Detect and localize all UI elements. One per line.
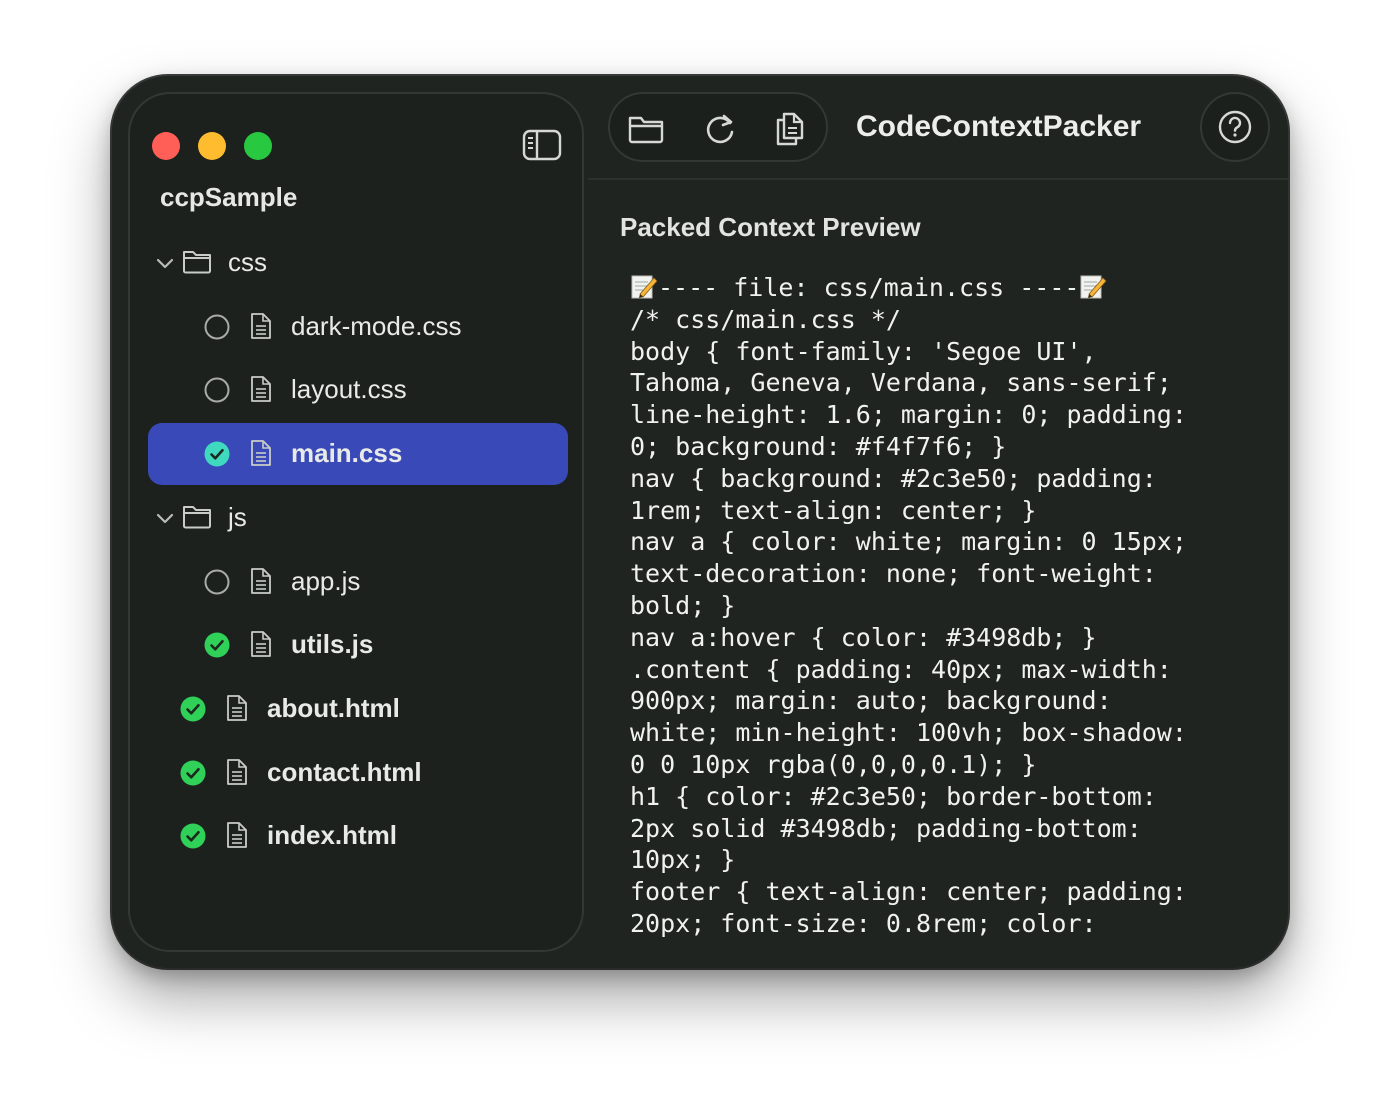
tree-label: js bbox=[228, 501, 247, 532]
code-line: 2px solid #3498db; padding-bottom: bbox=[630, 813, 1142, 843]
code-lines: /* css/main.css */body { font-family: 'S… bbox=[630, 304, 1250, 940]
code-line: 10px; } bbox=[630, 845, 736, 875]
checked-circle-icon[interactable] bbox=[180, 696, 206, 722]
help-icon bbox=[1218, 110, 1252, 144]
code-line: .content { padding: 40px; max-width: bbox=[630, 654, 1172, 684]
checked-circle-icon[interactable] bbox=[204, 632, 230, 658]
app-window: ccpSample css dark-mode.css layout.css main… bbox=[112, 76, 1288, 968]
sidebar-toggle-icon[interactable] bbox=[522, 128, 562, 162]
unchecked-circle-icon[interactable] bbox=[204, 314, 230, 340]
code-line: line-height: 1.6; margin: 0; padding: bbox=[630, 400, 1187, 430]
tree-label: app.js bbox=[291, 565, 361, 596]
tree-label: dark-mode.css bbox=[291, 310, 462, 341]
tree-folder-css[interactable]: css bbox=[148, 232, 568, 294]
tree-label: layout.css bbox=[291, 374, 407, 405]
code-line: nav a:hover { color: #3498db; } bbox=[630, 622, 1097, 652]
tree-file-layout-css[interactable]: layout.css bbox=[148, 359, 568, 421]
project-title: ccpSample bbox=[160, 182, 298, 212]
zoom-window-button[interactable] bbox=[244, 132, 272, 160]
code-line: h1 { color: #2c3e50; border-bottom: bbox=[630, 781, 1157, 811]
unchecked-circle-icon[interactable] bbox=[204, 377, 230, 403]
code-line: 20px; font-size: 0.8rem; color: bbox=[630, 908, 1097, 938]
minimize-window-button[interactable] bbox=[198, 132, 226, 160]
help-button[interactable] bbox=[1200, 92, 1270, 162]
code-line: 0; background: #f4f7f6; } bbox=[630, 431, 1007, 461]
code-line: bold; } bbox=[630, 590, 736, 620]
code-line: Tahoma, Geneva, Verdana, sans-serif; bbox=[630, 368, 1172, 398]
code-line: white; min-height: 100vh; box-shadow: bbox=[630, 718, 1187, 748]
document-icon bbox=[227, 758, 247, 785]
file-header-text: ---- file: css/main.css ---- bbox=[658, 273, 1080, 302]
app-title: CodeContextPacker bbox=[856, 110, 1142, 143]
preview-heading: Packed Context Preview bbox=[620, 212, 921, 242]
code-preview[interactable]: ---- file: css/main.css ---- /* css/main… bbox=[630, 272, 1250, 940]
chevron-down-icon[interactable] bbox=[154, 507, 176, 529]
code-line: 900px; margin: auto; background: bbox=[630, 686, 1112, 716]
code-line: text-decoration: none; font-weight: bbox=[630, 559, 1157, 589]
tree-file-dark-mode-css[interactable]: dark-mode.css bbox=[148, 296, 568, 358]
unchecked-circle-icon[interactable] bbox=[204, 569, 230, 595]
close-window-button[interactable] bbox=[152, 132, 180, 160]
tree-file-utils-js[interactable]: utils.js bbox=[148, 614, 568, 676]
code-line: 1rem; text-align: center; } bbox=[630, 495, 1037, 525]
checked-circle-icon[interactable] bbox=[204, 441, 230, 467]
tree-file-main-css[interactable]: main.css bbox=[148, 423, 568, 486]
tree-label: about.html bbox=[267, 692, 400, 723]
memo-icon bbox=[631, 275, 658, 299]
toolbar-divider bbox=[588, 178, 1288, 180]
folder-icon bbox=[183, 251, 211, 274]
sidebar: ccpSample css dark-mode.css layout.css main… bbox=[128, 92, 584, 952]
document-icon bbox=[251, 567, 271, 594]
toolbar-button-group bbox=[608, 92, 828, 162]
document-icon bbox=[227, 822, 247, 849]
document-icon bbox=[251, 376, 271, 403]
code-line: nav a { color: white; margin: 0 15px; bbox=[630, 527, 1187, 557]
refresh-icon[interactable] bbox=[700, 108, 740, 148]
document-icon bbox=[251, 312, 271, 339]
chevron-down-icon[interactable] bbox=[154, 252, 176, 274]
folder-icon bbox=[183, 505, 211, 529]
tree-label: utils.js bbox=[291, 629, 374, 660]
code-line: body { font-family: 'Segoe UI', bbox=[630, 336, 1097, 366]
document-icon bbox=[251, 440, 271, 466]
tree-label: index.html bbox=[267, 820, 398, 851]
tree-file-index-html[interactable]: index.html bbox=[148, 805, 568, 867]
tree-folder-js[interactable]: js bbox=[148, 487, 568, 549]
file-header-line: ---- file: css/main.css ---- bbox=[630, 272, 1250, 304]
document-icon bbox=[251, 631, 271, 658]
code-line: footer { text-align: center; padding: bbox=[630, 877, 1187, 907]
memo-icon bbox=[1080, 275, 1107, 299]
code-line: /* css/main.css */ bbox=[630, 304, 901, 334]
folder-icon[interactable] bbox=[626, 108, 666, 148]
document-icon bbox=[227, 694, 247, 721]
copy-icon[interactable] bbox=[770, 108, 810, 148]
tree-label: css bbox=[228, 247, 267, 277]
tree-label: main.css bbox=[291, 438, 403, 469]
tree-file-contact-html[interactable]: contact.html bbox=[148, 742, 568, 804]
code-line: nav { background: #2c3e50; padding: bbox=[630, 463, 1157, 493]
code-line: 0 0 10px rgba(0,0,0,0.1); } bbox=[630, 749, 1037, 779]
checked-circle-icon[interactable] bbox=[180, 823, 206, 849]
tree-file-about-html[interactable]: about.html bbox=[148, 678, 568, 740]
tree-label: contact.html bbox=[267, 756, 422, 787]
checked-circle-icon[interactable] bbox=[180, 760, 206, 786]
tree-file-app-js[interactable]: app.js bbox=[148, 551, 568, 613]
